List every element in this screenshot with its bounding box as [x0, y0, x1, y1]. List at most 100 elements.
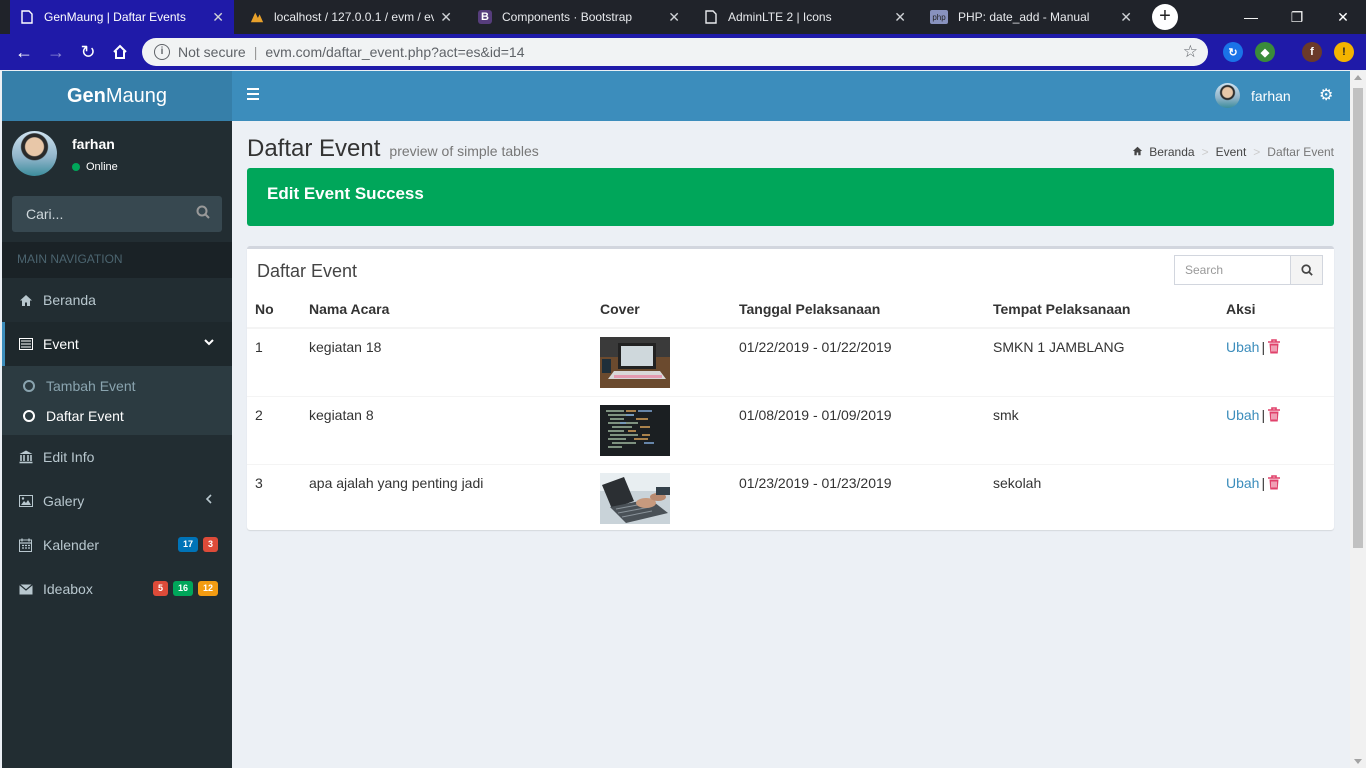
success-alert: Edit Event Success	[247, 168, 1334, 226]
search-button[interactable]	[1291, 255, 1323, 285]
security-label: Not secure	[178, 44, 246, 60]
trash-icon[interactable]	[1267, 406, 1281, 425]
sidebar-item-tambah-event[interactable]: Tambah Event	[2, 371, 232, 401]
logo-bold: Gen	[66, 84, 106, 107]
close-tab-icon[interactable]: ✕	[1120, 9, 1132, 26]
cell-aksi: Ubah |	[1218, 463, 1334, 532]
close-tab-icon[interactable]: ✕	[894, 9, 906, 26]
edit-link[interactable]: Ubah	[1226, 339, 1259, 355]
restore-window-icon[interactable]: ❐	[1274, 0, 1320, 34]
tab-title: PHP: date_add - Manual	[958, 10, 1090, 24]
cell-tanggal: 01/08/2019 - 01/09/2019	[731, 395, 985, 464]
navbar-avatar[interactable]	[1215, 83, 1240, 108]
profile-avatar-icon[interactable]: f	[1302, 42, 1322, 62]
sync-extension-icon[interactable]: ↻	[1223, 42, 1243, 62]
bookmark-star-icon[interactable]: ☆	[1183, 42, 1198, 62]
browser-tab-bar: GenMaung | Daftar Events ✕ localhost / 1…	[0, 0, 1366, 34]
cell-no: 3	[247, 463, 301, 532]
close-tab-icon[interactable]: ✕	[440, 9, 452, 26]
table-search-input[interactable]	[1174, 255, 1291, 285]
sidebar-user-name: farhan	[72, 136, 115, 152]
cell-no: 2	[247, 395, 301, 464]
scroll-up-arrow-icon[interactable]	[1354, 75, 1362, 80]
breadcrumb-beranda[interactable]: Beranda	[1149, 145, 1194, 159]
sidebar-item-daftar-event[interactable]: Daftar Event	[2, 401, 232, 431]
browser-tab-2[interactable]: localhost / 127.0.0.1 / evm / ev ✕	[240, 0, 462, 34]
ideabox-badge-red: 5	[152, 581, 168, 596]
event-box: Daftar Event No Nama Acara Cover Tanggal…	[247, 246, 1334, 532]
home-icon[interactable]	[104, 36, 136, 68]
new-tab-button[interactable]: +	[1152, 4, 1178, 30]
scroll-down-arrow-icon[interactable]	[1354, 759, 1362, 764]
address-bar[interactable]: i Not secure | evm.com/daftar_event.php?…	[142, 38, 1208, 66]
col-header-tanggal: Tanggal Pelaksanaan	[731, 291, 985, 329]
extension-icon[interactable]: ◆	[1255, 42, 1275, 62]
top-navbar: farhan ⚙	[232, 71, 1350, 121]
sidebar-search-input[interactable]	[12, 196, 222, 232]
breadcrumb-event[interactable]: Event	[1216, 145, 1247, 159]
app-logo[interactable]: Gen Maung	[2, 71, 232, 121]
avatar	[12, 131, 57, 176]
cell-cover	[592, 463, 731, 532]
online-dot-icon	[72, 163, 80, 171]
search-icon[interactable]	[196, 205, 210, 222]
cell-tempat: smk	[985, 395, 1218, 464]
edit-link[interactable]: Ubah	[1226, 475, 1259, 491]
url-text[interactable]: evm.com/daftar_event.php?act=es&id=14	[265, 44, 524, 60]
kalender-badge-red: 3	[202, 537, 218, 552]
tab-title: localhost / 127.0.0.1 / evm / ev	[274, 10, 435, 24]
page-icon	[20, 10, 34, 24]
browser-tab-5[interactable]: php PHP: date_add - Manual ✕	[920, 0, 1142, 34]
navbar-user-name[interactable]: farhan	[1251, 88, 1291, 104]
cover-image-laptop[interactable]	[600, 337, 670, 388]
edit-link[interactable]: Ubah	[1226, 407, 1259, 423]
reload-icon[interactable]: ↻	[72, 36, 104, 68]
tab-title: Components · Bootstrap	[502, 10, 633, 24]
home-icon	[19, 294, 37, 307]
cell-nama: kegiatan 8	[301, 395, 592, 464]
forward-icon[interactable]: →	[40, 36, 72, 68]
cell-cover	[592, 395, 731, 464]
browser-tab-3[interactable]: B Components · Bootstrap ✕	[468, 0, 690, 34]
close-tab-icon[interactable]: ✕	[668, 9, 680, 26]
page-title: Daftar Event	[247, 135, 381, 162]
list-icon	[19, 338, 37, 350]
picture-icon	[19, 495, 37, 507]
update-alert-icon[interactable]: !	[1334, 42, 1354, 62]
cover-image-code[interactable]	[600, 404, 670, 456]
scrollbar-thumb[interactable]	[1353, 88, 1363, 548]
sidebar-item-label: Edit Info	[43, 449, 95, 465]
info-icon[interactable]: i	[154, 44, 170, 60]
browser-tab-4[interactable]: AdminLTE 2 | Icons ✕	[694, 0, 916, 34]
box-title: Daftar Event	[257, 261, 358, 281]
sidebar-item-ideabox[interactable]: Ideabox 5 16 12	[2, 567, 232, 611]
cover-image-typing[interactable]	[600, 472, 670, 524]
col-header-aksi: Aksi	[1218, 291, 1334, 329]
sidebar-item-label: Event	[43, 336, 79, 352]
col-header-tempat: Tempat Pelaksanaan	[985, 291, 1218, 329]
cell-tanggal: 01/23/2019 - 01/23/2019	[731, 463, 985, 532]
sidebar-item-event[interactable]: Event	[2, 322, 232, 366]
browser-tab-1[interactable]: GenMaung | Daftar Events ✕	[10, 0, 234, 34]
chevron-left-icon	[204, 493, 214, 507]
page-scrollbar[interactable]	[1350, 71, 1366, 768]
back-icon[interactable]: ←	[8, 36, 40, 68]
sidebar-item-edit-info[interactable]: Edit Info	[2, 435, 232, 479]
sidebar-item-label: Kalender	[43, 537, 100, 553]
kalender-badge-blue: 17	[177, 537, 198, 552]
sidebar-item-galery[interactable]: Galery	[2, 479, 232, 523]
sidebar-item-beranda[interactable]: Beranda	[2, 278, 232, 322]
sidebar-toggle-icon[interactable]	[247, 88, 259, 100]
sidebar-item-kalender[interactable]: Kalender 17 3	[2, 523, 232, 567]
chevron-down-icon	[204, 336, 214, 350]
gears-icon[interactable]: ⚙	[1319, 85, 1333, 105]
cell-aksi: Ubah |	[1218, 395, 1334, 464]
table-row: 2 kegiatan 8 01/08/2019 - 01/09/2019 smk…	[247, 395, 1334, 464]
cell-aksi: Ubah |	[1218, 327, 1334, 396]
trash-icon[interactable]	[1267, 339, 1281, 357]
minimize-window-icon[interactable]: —	[1228, 0, 1274, 34]
trash-icon[interactable]	[1267, 474, 1281, 493]
close-window-icon[interactable]: ✕	[1320, 0, 1366, 34]
table-row: 1 kegiatan 18 01/22/2019 - 01/22/2019 SM…	[247, 327, 1334, 396]
close-tab-icon[interactable]: ✕	[212, 9, 224, 26]
